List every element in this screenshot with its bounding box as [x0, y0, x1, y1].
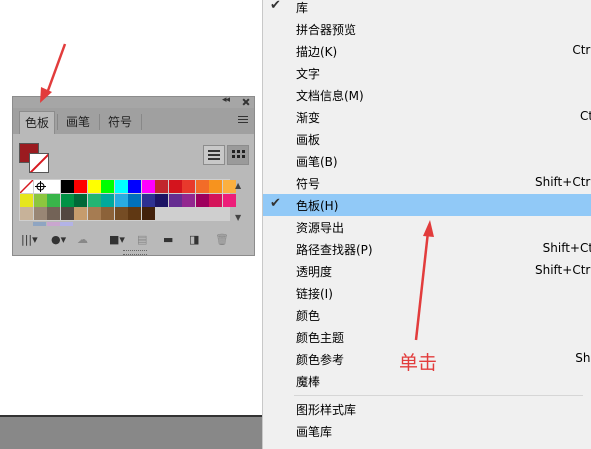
- annotation-label: 单击: [399, 352, 438, 374]
- arrow-to-menu-head: [423, 220, 434, 237]
- annotation-layer: [40, 43, 434, 341]
- arrow-to-panel-head: [40, 87, 52, 103]
- arrow-to-panel-line: [44, 43, 67, 97]
- arrow-to-menu-line: [414, 231, 430, 341]
